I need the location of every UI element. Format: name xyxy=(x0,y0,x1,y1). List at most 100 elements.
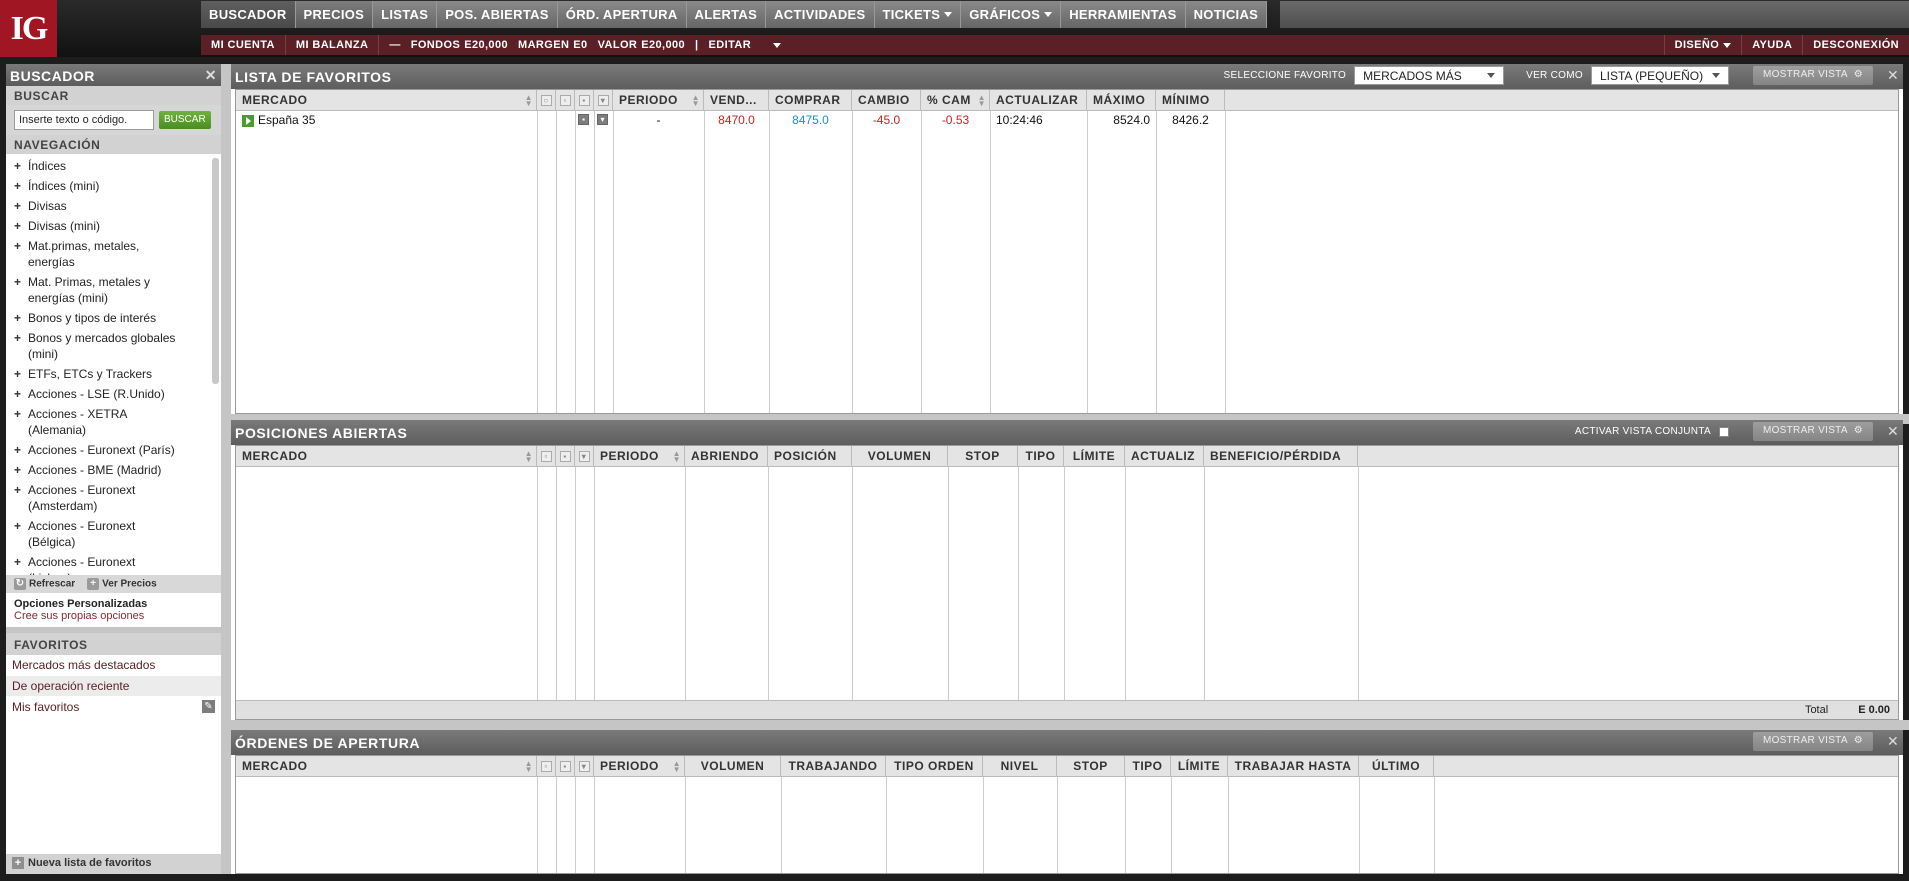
mostrar-vista-button[interactable]: MOSTRAR VISTA ⚙ xyxy=(1752,732,1873,751)
col-volumen[interactable]: VOLUMEN xyxy=(685,756,781,777)
col-icon-4[interactable]: ▾ xyxy=(594,90,613,111)
col-stop[interactable]: STOP xyxy=(948,446,1018,467)
nav-item-4[interactable]: ÓRD. APERTURA xyxy=(557,1,687,28)
diseno-menu[interactable]: DISEÑO xyxy=(1663,35,1742,55)
nav-tree-item[interactable]: + Mat.primas, metales, energías xyxy=(6,236,221,272)
expand-icon[interactable]: + xyxy=(14,482,28,514)
nav-tree-item[interactable]: + ETFs, ETCs y Trackers xyxy=(6,364,221,384)
col-icon-1[interactable]: ▫ xyxy=(537,756,556,777)
nav-tree-item[interactable]: + Bonos y tipos de interés xyxy=(6,308,221,328)
vertical-splitter[interactable] xyxy=(221,64,231,874)
col-icon-1[interactable]: ○ xyxy=(537,90,556,111)
nav-tree-item[interactable]: + Divisas (mini) xyxy=(6,216,221,236)
expand-icon[interactable]: + xyxy=(14,274,28,306)
nav-tree-item[interactable]: + Acciones - Euronext (París) xyxy=(6,440,221,460)
col-tipo[interactable]: TIPO xyxy=(1018,446,1064,467)
col-trabajando[interactable]: TRABAJANDO xyxy=(781,756,886,777)
new-favorites-list-button[interactable]: + Nueva lista de favoritos xyxy=(6,854,221,874)
chart-cell[interactable]: ▪ xyxy=(575,111,594,130)
col-icon-3[interactable]: ▾ xyxy=(575,446,594,467)
col-beneficio[interactable]: BENEFICIO/PÉRDIDA xyxy=(1204,446,1358,467)
nav-tree-item[interactable]: + Bonos y mercados globales (mini) xyxy=(6,328,221,364)
ayuda-link[interactable]: AYUDA xyxy=(1741,35,1802,55)
activar-vista-checkbox[interactable] xyxy=(1718,426,1729,437)
col-icon-3[interactable]: ▪ xyxy=(575,90,594,111)
nav-item-1[interactable]: PRECIOS xyxy=(295,1,374,28)
nav-item-2[interactable]: LISTAS xyxy=(373,1,438,28)
chevron-down-icon[interactable]: ▾ xyxy=(597,114,608,125)
expand-icon[interactable]: + xyxy=(14,178,28,194)
expand-icon[interactable]: + xyxy=(14,554,28,575)
nav-tree-item[interactable]: + Divisas xyxy=(6,196,221,216)
col-cambio[interactable]: CAMBIO xyxy=(852,90,921,111)
col-volumen[interactable]: VOLUMEN xyxy=(852,446,948,467)
col-actualiz[interactable]: ACTUALIZ xyxy=(1125,446,1204,467)
menu-cell[interactable]: ▾ xyxy=(594,111,613,130)
nav-tree-item[interactable]: + Índices xyxy=(6,156,221,176)
expand-icon[interactable]: + xyxy=(14,310,28,326)
nav-tree-item[interactable]: + Índices (mini) xyxy=(6,176,221,196)
expand-icon[interactable]: + xyxy=(14,158,28,174)
col-trabajar-hasta[interactable]: TRABAJAR HASTA xyxy=(1228,756,1359,777)
chevron-down-icon[interactable] xyxy=(773,42,782,48)
col-icon-3[interactable]: ▾ xyxy=(575,756,594,777)
close-icon[interactable]: ✕ xyxy=(1887,423,1899,440)
table-row[interactable]: España 35 ▪ ▾ - 8470.0 8475.0 -45.0 -0.5… xyxy=(236,111,1898,130)
col-maximo[interactable]: MÁXIMO xyxy=(1087,90,1156,111)
col-icon-2[interactable]: ▫ xyxy=(556,90,575,111)
favorite-item[interactable]: Mercados más destacados xyxy=(6,655,221,676)
col-abriendo[interactable]: ABRIENDO xyxy=(685,446,768,467)
col-icon-1[interactable]: ▫ xyxy=(537,446,556,467)
col-pct-cambio[interactable]: % CAM ▲ ▼ xyxy=(921,90,990,111)
nav-tree-item[interactable]: + Acciones - XETRA (Alemania) xyxy=(6,404,221,440)
col-nivel[interactable]: NIVEL xyxy=(983,756,1057,777)
nav-tree-item[interactable]: + Acciones - Euronext (Bélgica) xyxy=(6,516,221,552)
mostrar-vista-button[interactable]: MOSTRAR VISTA ⚙ xyxy=(1752,66,1873,85)
expand-icon[interactable]: + xyxy=(14,406,28,438)
chart-icon[interactable]: ▪ xyxy=(578,114,589,125)
ver-precios-button[interactable]: + Ver Precios xyxy=(87,578,157,590)
play-icon[interactable] xyxy=(242,114,254,127)
col-stop[interactable]: STOP xyxy=(1057,756,1125,777)
col-vender[interactable]: VEND... xyxy=(704,90,769,111)
nav-item-9[interactable]: HERRAMIENTAS xyxy=(1061,1,1186,28)
custom-options-link[interactable]: Cree sus propias opciones xyxy=(14,610,213,622)
expand-icon[interactable]: + xyxy=(14,330,28,362)
nav-item-5[interactable]: ALERTAS xyxy=(686,1,767,28)
nav-item-10[interactable]: NOTICIAS xyxy=(1185,1,1268,28)
col-periodo[interactable]: PERIODO ▲ ▼ xyxy=(594,756,685,777)
expand-icon[interactable]: + xyxy=(14,198,28,214)
scrollbar[interactable] xyxy=(212,158,219,384)
search-input[interactable]: Inserte texto o código. xyxy=(14,110,154,130)
col-mercado[interactable]: MERCADO ▲ ▼ xyxy=(236,90,537,111)
nav-item-8[interactable]: GRÁFICOS xyxy=(961,1,1062,28)
col-periodo[interactable]: PERIODO ▲ ▼ xyxy=(613,90,704,111)
collapse-icon[interactable]: — xyxy=(389,39,400,51)
nav-tree-item[interactable]: +Acciones - Euronext(Lisboa) xyxy=(6,552,221,575)
search-button[interactable]: BUSCAR xyxy=(159,111,211,129)
nav-tree-item[interactable]: + Acciones - LSE (R.Unido) xyxy=(6,384,221,404)
editar-button[interactable]: EDITAR xyxy=(709,39,752,51)
sell-price[interactable]: 8470.0 xyxy=(704,111,769,130)
mi-balanza-link[interactable]: MI BALANZA xyxy=(286,35,380,55)
expand-icon[interactable]: + xyxy=(14,386,28,402)
buy-price[interactable]: 8475.0 xyxy=(769,111,852,130)
expand-icon[interactable]: + xyxy=(14,238,28,270)
expand-icon[interactable]: + xyxy=(14,366,28,382)
col-icon-2[interactable]: ▪ xyxy=(556,446,575,467)
expand-icon[interactable]: + xyxy=(14,462,28,478)
refresh-button[interactable]: ↻ Refrescar xyxy=(14,578,75,590)
edit-icon[interactable]: ✎ xyxy=(202,700,215,713)
col-mercado[interactable]: MERCADO ▲ ▼ xyxy=(236,446,537,467)
view-as-select[interactable]: Lista (pequeño) xyxy=(1590,66,1729,85)
ig-logo[interactable]: IG xyxy=(0,0,57,57)
expand-icon[interactable]: + xyxy=(14,218,28,234)
nav-item-0[interactable]: BUSCADOR xyxy=(201,1,296,28)
favorite-item[interactable]: De operación reciente xyxy=(6,676,221,697)
close-icon[interactable]: ✕ xyxy=(205,67,217,84)
col-minimo[interactable]: MÍNIMO xyxy=(1156,90,1225,111)
col-actualizar[interactable]: ACTUALIZAR xyxy=(990,90,1087,111)
col-tipo[interactable]: TIPO xyxy=(1125,756,1171,777)
nav-item-6[interactable]: ACTIVIDADES xyxy=(766,1,875,28)
col-mercado[interactable]: MERCADO ▲ ▼ xyxy=(236,756,537,777)
